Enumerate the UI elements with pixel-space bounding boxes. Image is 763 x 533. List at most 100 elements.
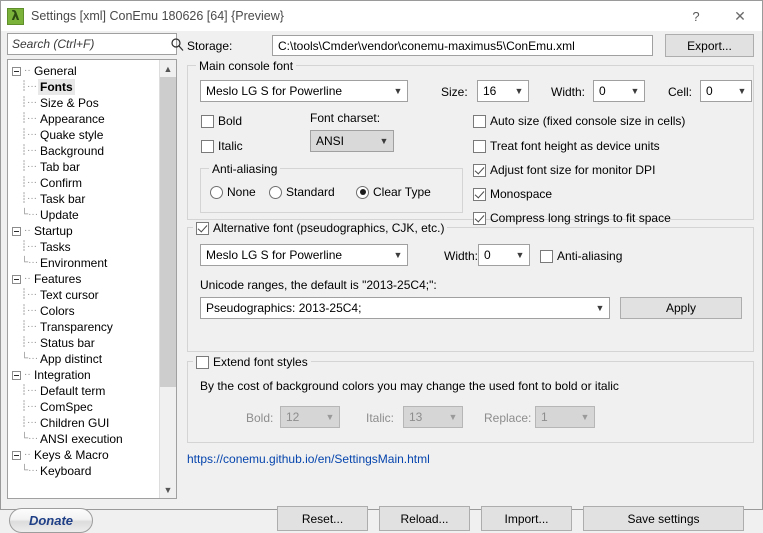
sidebar-item-default-term[interactable]: ┊··· Default term <box>12 383 159 399</box>
option-auto-size[interactable]: Auto size (fixed console size in cells) <box>473 114 685 128</box>
sidebar-item-comspec[interactable]: ┊··· ComSpec <box>12 399 159 415</box>
checkbox-box <box>201 139 214 153</box>
antialiasing-option-cleartype[interactable]: Clear Type <box>356 185 431 199</box>
tree-connector: ┊··· <box>21 177 38 188</box>
tree-group-general[interactable]: ·· General <box>12 63 159 79</box>
donate-button[interactable]: Donate <box>9 508 93 533</box>
antialiasing-none-label: None <box>227 185 256 199</box>
expander-icon[interactable] <box>12 450 21 460</box>
extend-replace-value: 1 <box>541 410 548 424</box>
extend-description: By the cost of background colors you may… <box>200 379 619 393</box>
tree-connector: ┊··· <box>21 161 38 172</box>
sidebar-item-label: Transparency <box>40 320 113 334</box>
charset-select[interactable]: ANSI ▼ <box>310 130 394 152</box>
sidebar-item-size-pos[interactable]: ┊··· Size & Pos <box>12 95 159 111</box>
cell-select[interactable]: 0 ▼ <box>700 80 752 102</box>
option-compress-strings[interactable]: Compress long strings to fit space <box>473 211 671 225</box>
option-device-units[interactable]: Treat font height as device units <box>473 139 660 153</box>
size-select[interactable]: 16 ▼ <box>477 80 529 102</box>
antialiasing-option-standard[interactable]: Standard <box>269 185 335 199</box>
main-font-select[interactable]: Meslo LG S for Powerline ▼ <box>200 80 408 102</box>
checkbox-box <box>473 163 486 177</box>
extend-font-styles-group: Extend font styles By the cost of backgr… <box>187 355 754 443</box>
alternative-font-label: Alternative font (pseudographics, CJK, e… <box>213 221 445 235</box>
sidebar-item-background[interactable]: ┊··· Background <box>12 143 159 159</box>
tree-scrollbar[interactable]: ▲ ▼ <box>159 60 176 498</box>
tree-connector: ·· <box>24 65 31 76</box>
sidebar-item-ansi-execution[interactable]: └··· ANSI execution <box>12 431 159 447</box>
tree-connector: ┊··· <box>21 337 38 348</box>
option-dpi-adjust[interactable]: Adjust font size for monitor DPI <box>473 163 655 177</box>
chevron-down-icon: ▼ <box>448 412 458 422</box>
tree-group-keys-macro[interactable]: ·· Keys & Macro <box>12 447 159 463</box>
antialiasing-standard-label: Standard <box>286 185 335 199</box>
documentation-link[interactable]: https://conemu.github.io/en/SettingsMain… <box>187 452 430 466</box>
extend-bold-select[interactable]: 12 ▼ <box>280 406 340 428</box>
expander-icon[interactable] <box>12 66 21 76</box>
sidebar-item-label: Quake style <box>40 128 104 142</box>
sidebar-item-tab-bar[interactable]: ┊··· Tab bar <box>12 159 159 175</box>
sidebar-item-task-bar[interactable]: ┊··· Task bar <box>12 191 159 207</box>
expander-icon[interactable] <box>12 274 21 284</box>
alt-antialiasing-checkbox[interactable]: Anti-aliasing <box>540 249 622 263</box>
antialiasing-option-none[interactable]: None <box>210 185 256 199</box>
alternative-font-checkbox[interactable]: Alternative font (pseudographics, CJK, e… <box>193 221 448 235</box>
sidebar-item-update[interactable]: └··· Update <box>12 207 159 223</box>
sidebar-item-app-distinct[interactable]: └··· App distinct <box>12 351 159 367</box>
checkbox-box <box>540 249 553 263</box>
storage-input[interactable]: C:\tools\Cmder\vendor\conemu-maximus5\Co… <box>272 35 653 56</box>
scroll-down-icon[interactable]: ▼ <box>160 481 176 498</box>
alt-antialiasing-label: Anti-aliasing <box>557 249 623 263</box>
alt-width-select[interactable]: 0 ▼ <box>478 244 530 266</box>
chevron-down-icon: ▼ <box>393 86 403 96</box>
chevron-down-icon: ▼ <box>630 86 640 96</box>
alt-font-select[interactable]: Meslo LG S for Powerline ▼ <box>200 244 408 266</box>
sidebar-item-keyboard[interactable]: └··· Keyboard <box>12 463 159 479</box>
tree-group-features[interactable]: ·· Features <box>12 271 159 287</box>
sidebar-item-colors[interactable]: ┊··· Colors <box>12 303 159 319</box>
expander-icon[interactable] <box>12 370 21 380</box>
sidebar-item-label: ComSpec <box>40 400 93 414</box>
sidebar-item-quake-style[interactable]: ┊··· Quake style <box>12 127 159 143</box>
alternative-font-header: Alternative font (pseudographics, CJK, e… <box>193 221 448 235</box>
tree-connector: ┊··· <box>21 401 38 412</box>
option-monospace-label: Monospace <box>490 187 553 201</box>
italic-checkbox[interactable]: Italic <box>201 139 243 153</box>
sidebar-item-confirm[interactable]: ┊··· Confirm <box>12 175 159 191</box>
sidebar-item-environment[interactable]: └··· Environment <box>12 255 159 271</box>
sidebar-item-status-bar[interactable]: ┊··· Status bar <box>12 335 159 351</box>
sidebar-item-tasks[interactable]: ┊··· Tasks <box>12 239 159 255</box>
search-box[interactable] <box>7 33 184 55</box>
cell-value: 0 <box>706 84 713 98</box>
bold-checkbox[interactable]: Bold <box>201 114 242 128</box>
tree-connector: └··· <box>21 353 38 364</box>
extend-font-styles-checkbox[interactable]: Extend font styles <box>193 355 311 369</box>
unicode-ranges-select[interactable]: Pseudographics: 2013-25C4; ▼ <box>200 297 610 319</box>
option-monospace[interactable]: Monospace <box>473 187 552 201</box>
extend-replace-select[interactable]: 1 ▼ <box>535 406 595 428</box>
sidebar-item-appearance[interactable]: ┊··· Appearance <box>12 111 159 127</box>
export-button[interactable]: Export... <box>665 34 754 57</box>
sidebar-item-children-gui[interactable]: ┊··· Children GUI <box>12 415 159 431</box>
close-button[interactable]: ✕ <box>718 1 762 31</box>
sidebar-item-label: Status bar <box>40 336 95 350</box>
tree-group-integration[interactable]: ·· Integration <box>12 367 159 383</box>
width-select[interactable]: 0 ▼ <box>593 80 645 102</box>
option-device-units-label: Treat font height as device units <box>490 139 660 153</box>
search-input[interactable] <box>8 37 171 51</box>
settings-tree[interactable]: ·· General ┊··· Fonts ┊··· Size & Pos ┊··· Appe… <box>7 59 177 499</box>
scrollbar-thumb[interactable] <box>160 77 176 387</box>
tree-connector: ·· <box>24 273 31 284</box>
cell-label: Cell: <box>668 85 693 99</box>
sidebar-item-fonts[interactable]: ┊··· Fonts <box>12 79 159 95</box>
expander-icon[interactable] <box>12 226 21 236</box>
size-label: Size: <box>441 85 468 99</box>
scroll-up-icon[interactable]: ▲ <box>160 60 176 77</box>
help-button[interactable]: ? <box>674 1 718 31</box>
sidebar-item-transparency[interactable]: ┊··· Transparency <box>12 319 159 335</box>
extend-font-styles-header: Extend font styles <box>193 355 311 369</box>
extend-italic-select[interactable]: 13 ▼ <box>403 406 463 428</box>
sidebar-item-text-cursor[interactable]: ┊··· Text cursor <box>12 287 159 303</box>
apply-button[interactable]: Apply <box>620 297 742 319</box>
tree-group-startup[interactable]: ·· Startup <box>12 223 159 239</box>
